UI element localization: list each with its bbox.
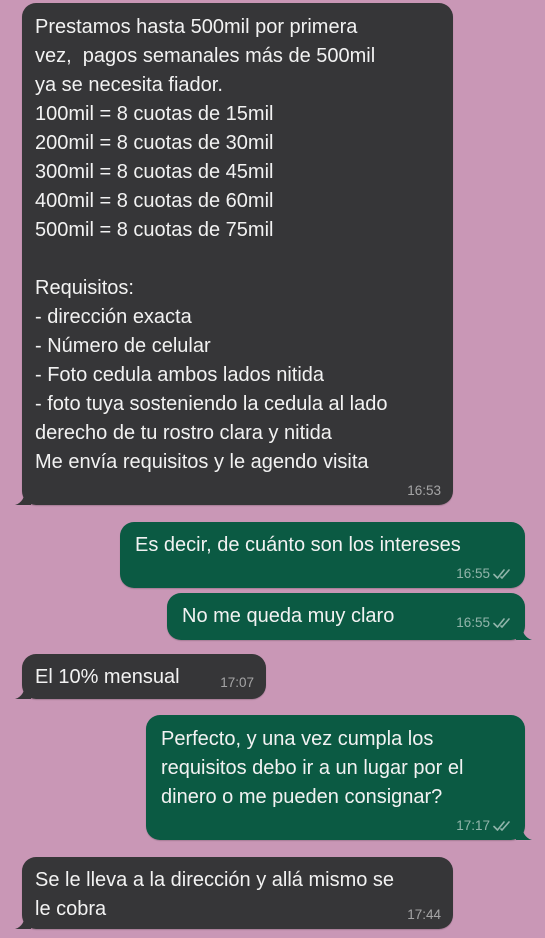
- message-meta: 16:55: [456, 615, 513, 631]
- double-check-icon: [493, 821, 510, 831]
- message-bubble-outgoing[interactable]: Perfecto, y una vez cumpla los requisito…: [146, 715, 532, 840]
- message-time: 17:07: [220, 675, 254, 690]
- message-text: Se le lleva a la dirección y allá mismo …: [35, 869, 395, 920]
- message-text: Perfecto, y una vez cumpla los requisito…: [161, 728, 464, 808]
- chat-conversation[interactable]: Prestamos hasta 500mil por primera vez, …: [0, 0, 545, 938]
- message-bubble-outgoing[interactable]: No me queda muy claro 16:55: [167, 593, 532, 640]
- message-time: 16:55: [456, 566, 490, 581]
- message-bubble-incoming[interactable]: El 10% mensual 17:07: [15, 654, 266, 699]
- bubble-tail-icon: [516, 624, 532, 640]
- message-time: 16:55: [456, 615, 490, 630]
- bubble-tail-icon: [516, 824, 532, 840]
- message-meta: 17:44: [407, 907, 441, 923]
- message-meta: 16:55: [456, 566, 513, 582]
- bubble-tail-icon: [15, 683, 31, 699]
- double-check-icon: [493, 569, 510, 579]
- double-check-icon: [493, 618, 510, 628]
- message-text: Prestamos hasta 500mil por primera vez, …: [35, 16, 388, 473]
- message-time: 17:17: [456, 818, 490, 833]
- bubble-tail-icon: [15, 913, 31, 929]
- message-bubble-incoming[interactable]: Prestamos hasta 500mil por primera vez, …: [15, 3, 453, 505]
- message-time: 17:44: [407, 907, 441, 922]
- message-text: Es decir, de cuánto son los intereses: [135, 534, 461, 556]
- message-time: 16:53: [407, 483, 441, 498]
- message-meta: 17:07: [220, 675, 254, 691]
- message-meta: 17:17: [456, 818, 513, 834]
- message-bubble-outgoing[interactable]: Es decir, de cuánto son los intereses 16…: [120, 522, 525, 588]
- bubble-tail-icon: [15, 489, 31, 505]
- message-meta: 16:53: [407, 483, 441, 499]
- message-bubble-incoming[interactable]: Se le lleva a la dirección y allá mismo …: [15, 857, 453, 929]
